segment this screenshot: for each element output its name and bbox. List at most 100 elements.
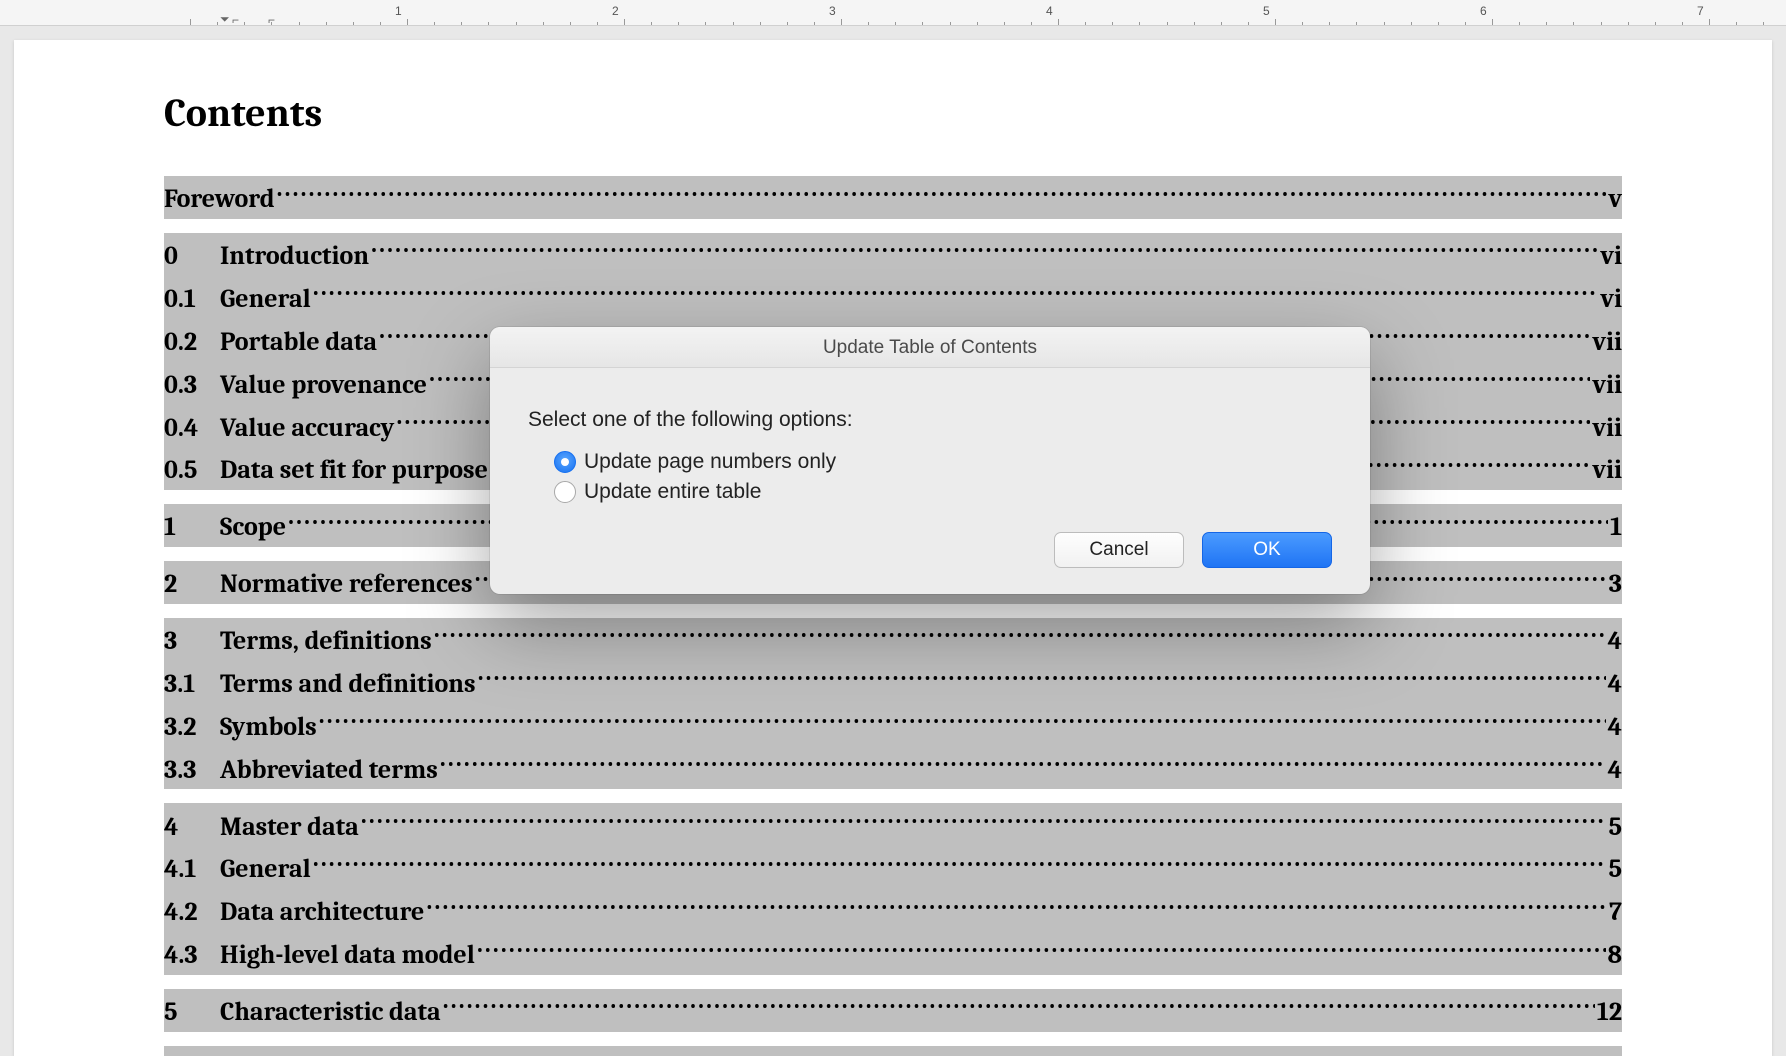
toc-entry-page: v [1609,181,1623,219]
toc-entry-number: 4 [164,809,220,847]
toc-entry-title: General [220,851,311,889]
toc-entry[interactable]: 4.3High-level data model8 [164,932,1622,975]
toc-entry[interactable]: 3.1Terms and definitions 4 [164,661,1622,704]
toc-entry-number: 2 [164,566,220,604]
radio-icon[interactable] [554,481,576,503]
toc-leader-dots [313,846,1607,877]
toc-group: 6Portable master data set 13 [164,1046,1622,1056]
toc-leader-dots [277,176,1607,207]
toc-entry[interactable]: 6Portable master data set 13 [164,1046,1622,1056]
toc-entry-page: vii [1592,410,1622,448]
toc-entry-number: 0 [164,238,220,276]
toc-entry-number: 3.2 [164,709,220,747]
toc-entry-title: Normative references [220,566,473,604]
toc-entry-page: vi [1600,281,1622,319]
toc-entry-page: vi [1600,238,1622,276]
toc-leader-dots [361,803,1607,834]
toc-leader-dots [477,932,1606,963]
toc-entry-title: High-level data model [220,937,475,975]
ruler-number: 6 [1480,4,1487,18]
toc-entry-number: 3.1 [164,666,220,704]
tab-marker-icon[interactable]: ⌐ [232,13,239,27]
toc-entry-title: Terms, definitions [220,623,432,661]
toc-entry-title: General [220,281,311,319]
toc-entry-title: Portable data [220,324,377,362]
horizontal-ruler[interactable]: ⏷ ⌐ ⌐ 1234567 [0,0,1786,26]
toc-leader-dots [434,618,1606,649]
cancel-button[interactable]: Cancel [1054,532,1184,568]
toc-entry-number: 4.3 [164,937,220,975]
toc-entry-title: Value accuracy [220,410,394,448]
toc-entry-page: vii [1592,367,1622,405]
radio-option-page-numbers[interactable]: Update page numbers only [554,450,1332,474]
ok-button[interactable]: OK [1202,532,1332,568]
radio-option-entire-table[interactable]: Update entire table [554,480,1332,504]
toc-entry-page: 4 [1608,709,1622,747]
radio-label: Update entire table [584,480,761,504]
toc-entry-page: vii [1592,324,1622,362]
toc-entry-number: 4.2 [164,894,220,932]
toc-entry-page: 5 [1608,851,1622,889]
toc-entry-title: Portable master data set [220,1051,505,1056]
radio-icon[interactable] [554,451,576,473]
dialog-title: Update Table of Contents [490,327,1370,368]
toc-entry-page: 4 [1608,666,1622,704]
toc-entry[interactable]: 5Characteristic data12 [164,989,1622,1032]
toc-entry-title: Symbols [220,709,317,747]
ruler-number: 1 [395,4,402,18]
toc-entry-number: 4.1 [164,851,220,889]
toc-leader-dots [319,704,1606,735]
toc-group: 4Master data54.1General54.2Data architec… [164,803,1622,975]
toc-entry-title: Foreword [164,181,275,219]
ruler-number: 5 [1263,4,1270,18]
toc-entry-title: Terms and definitions [220,666,476,704]
toc-entry-title: Data architecture [220,894,424,932]
toc-entry-page: 3 [1609,566,1622,604]
toc-leader-dots [507,1046,1594,1056]
toc-leader-dots [440,747,1606,778]
toc-entry-page: 4 [1608,752,1622,790]
toc-leader-dots [478,661,1606,692]
indent-marker-icon[interactable]: ⏷ [220,12,230,27]
toc-entry[interactable]: 4.1General 5 [164,846,1622,889]
toc-entry-number: 3 [164,623,220,661]
toc-entry[interactable]: 3.2Symbols 4 [164,704,1622,747]
toc-entry[interactable]: 3.3Abbreviated terms 4 [164,747,1622,790]
toc-entry-number: 6 [164,1051,220,1056]
page-title: Contents [164,90,1622,136]
table-of-contents[interactable]: Forewordv0Introductionvi0.1Generalvi0.2P… [164,176,1622,1056]
toc-entry-title: Introduction [220,238,369,276]
toc-entry-title: Scope [220,509,286,547]
toc-entry-number: 3.3 [164,752,220,790]
toc-entry-title: Data set fit for purpose [220,452,488,490]
toc-entry-number: 1 [164,509,220,547]
toc-leader-dots [426,889,1607,920]
toc-entry-page: 5 [1608,809,1622,847]
toc-group: Foreword v [164,176,1622,219]
toc-group: 3Terms, definitions43.1Terms and definit… [164,618,1622,790]
toc-entry[interactable]: 4.2Data architecture 7 [164,889,1622,932]
toc-entry-page: 1 [1610,509,1622,547]
toc-entry[interactable]: 4Master data5 [164,803,1622,846]
toc-entry[interactable]: 0Introduction vi [164,233,1622,276]
toc-entry-page: 4 [1608,623,1622,661]
toc-entry-number: 0.3 [164,367,220,405]
update-toc-dialog: Update Table of Contents Select one of t… [490,327,1370,594]
radio-label: Update page numbers only [584,450,836,474]
ruler-number: 4 [1046,4,1053,18]
ruler-number: 2 [612,4,619,18]
toc-entry[interactable]: 0.1Generalvi [164,276,1622,319]
toc-entry-page: 7 [1609,894,1622,932]
toc-leader-dots [371,233,1598,264]
toc-entry-page: 13 [1597,1051,1622,1056]
toc-entry-title: Abbreviated terms [220,752,438,790]
toc-entry-page: vii [1592,452,1622,490]
ruler-number: 3 [829,4,836,18]
ruler-number: 7 [1697,4,1704,18]
toc-entry[interactable]: Foreword v [164,176,1622,219]
toc-leader-dots [443,989,1595,1020]
toc-group: 5Characteristic data12 [164,989,1622,1032]
toc-entry-number: 0.5 [164,452,220,490]
toc-entry-number: 5 [164,994,220,1032]
toc-entry[interactable]: 3Terms, definitions 4 [164,618,1622,661]
